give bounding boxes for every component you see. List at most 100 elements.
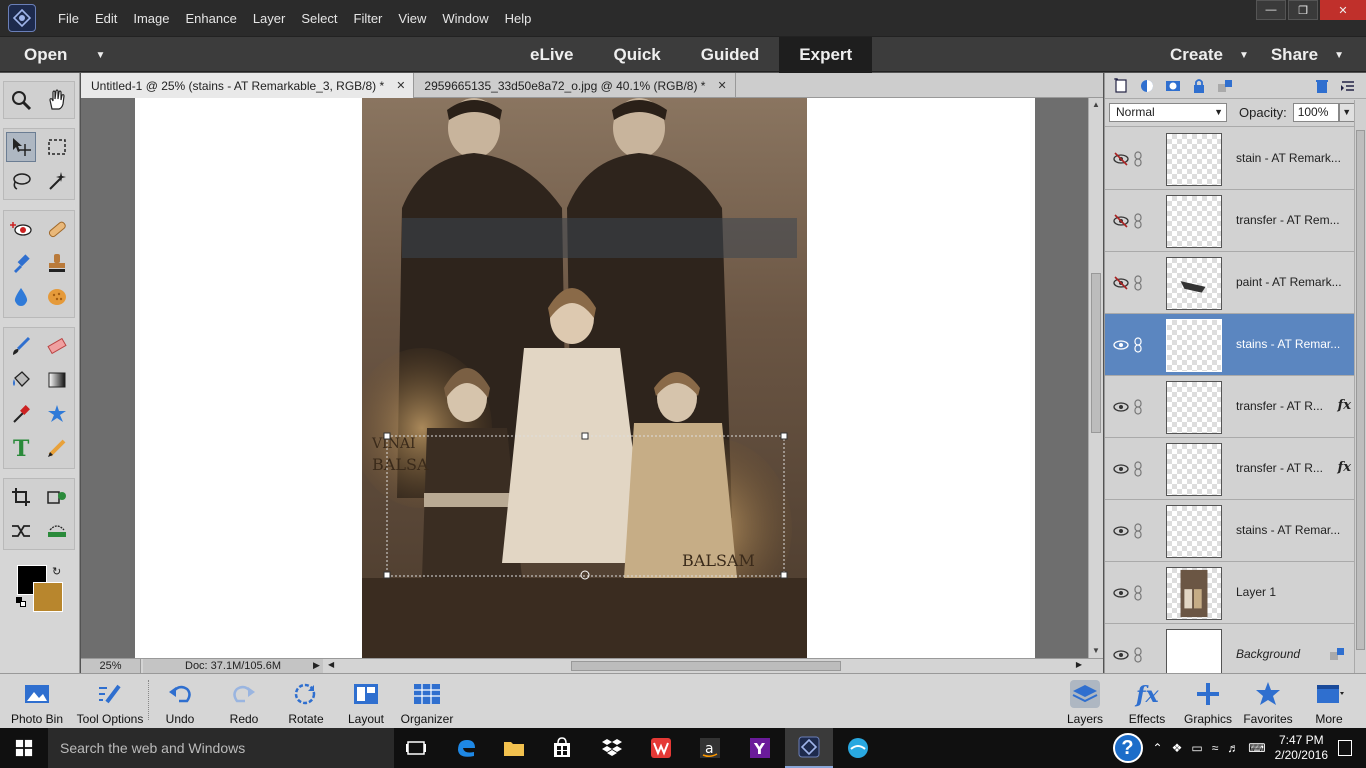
undo-button[interactable]: Undo [145, 680, 215, 726]
link-icon[interactable] [1133, 585, 1143, 601]
battery-icon[interactable]: ▭ [1191, 741, 1202, 755]
dropbox-tray-icon[interactable]: ❖ [1172, 741, 1183, 755]
link-icon[interactable] [1133, 337, 1143, 353]
brush-icon[interactable] [6, 331, 36, 361]
lock-transparent-icon[interactable] [1217, 78, 1233, 94]
scroll-thumb[interactable] [1356, 130, 1365, 650]
new-layer-icon[interactable] [1113, 77, 1129, 94]
menu-enhance[interactable]: Enhance [178, 11, 245, 26]
dropbox-icon[interactable] [588, 728, 636, 768]
gradient-icon[interactable] [42, 365, 72, 395]
photo-bin-button[interactable]: Photo Bin [2, 680, 72, 726]
sponge-icon[interactable] [42, 282, 72, 312]
menu-window[interactable]: Window [434, 11, 496, 26]
edge-browser-icon[interactable] [442, 728, 490, 768]
layer-row[interactable]: transfer - AT Rem... [1105, 190, 1355, 252]
info-menu-arrow-icon[interactable]: ▶ [313, 660, 320, 671]
task-view-icon[interactable] [392, 728, 440, 768]
type-icon[interactable]: T [6, 433, 36, 463]
taskbar-search-box[interactable]: Search the web and Windows [48, 728, 394, 768]
scroll-down-icon[interactable]: ▼ [1092, 646, 1100, 655]
link-icon[interactable] [1133, 461, 1143, 477]
eye-icon[interactable] [1113, 586, 1129, 600]
help-icon[interactable]: ? [1112, 733, 1143, 763]
red-eye-icon[interactable] [6, 214, 36, 244]
restore-button[interactable]: ❐ [1288, 0, 1318, 20]
tool-options-button[interactable]: Tool Options [75, 680, 145, 726]
scroll-left-icon[interactable]: ◀ [328, 660, 334, 669]
horizontal-scrollbar[interactable]: ◀ ▶ [326, 660, 1086, 672]
layer-row[interactable]: stains - AT Remar... [1105, 500, 1355, 562]
eye-icon[interactable] [1113, 400, 1129, 414]
hand-icon[interactable] [42, 85, 72, 115]
opacity-field[interactable]: 100% [1292, 103, 1339, 122]
pencil-icon[interactable] [42, 433, 72, 463]
scroll-right-icon[interactable]: ▶ [1076, 660, 1082, 669]
more-button[interactable]: More [1294, 680, 1364, 726]
link-icon[interactable] [1133, 151, 1143, 167]
organizer-button[interactable]: Organizer [392, 680, 462, 726]
crop-icon[interactable] [6, 482, 36, 512]
document-tab-untitled[interactable]: Untitled-1 @ 25% (stains - AT Remarkable… [81, 73, 415, 98]
layout-button[interactable]: Layout [331, 680, 401, 726]
eye-icon[interactable] [1113, 524, 1129, 538]
swap-colors-icon[interactable]: ↻ [52, 565, 61, 578]
straighten-icon[interactable] [42, 516, 72, 546]
favorites-button[interactable]: Favorites [1233, 680, 1303, 726]
eraser-icon[interactable] [42, 331, 72, 361]
menu-file[interactable]: File [50, 11, 87, 26]
redo-button[interactable]: Redo [209, 680, 279, 726]
file-explorer-icon[interactable] [490, 728, 538, 768]
document-tab-photo[interactable]: 2959665135_33d50e8a72_o.jpg @ 40.1% (RGB… [414, 73, 736, 98]
layer-thumbnail[interactable] [1166, 443, 1222, 496]
panel-menu-icon[interactable] [1340, 78, 1356, 94]
scroll-thumb[interactable] [571, 661, 841, 671]
tab-guided[interactable]: Guided [681, 37, 780, 73]
content-aware-move-icon[interactable] [6, 516, 36, 546]
scroll-thumb[interactable] [1091, 273, 1101, 433]
menu-edit[interactable]: Edit [87, 11, 125, 26]
photoshop-organizer-icon[interactable] [834, 728, 882, 768]
smart-brush-icon[interactable] [6, 248, 36, 278]
layer-style-fx-icon[interactable]: fx [1338, 398, 1351, 413]
healing-brush-icon[interactable] [42, 214, 72, 244]
layer-thumbnail[interactable] [1166, 319, 1222, 372]
clone-stamp-icon[interactable] [42, 248, 72, 278]
close-window-button[interactable]: ✕ [1320, 0, 1366, 20]
menu-layer[interactable]: Layer [245, 11, 294, 26]
layer-style-fx-icon[interactable]: fx [1338, 460, 1351, 475]
layer-thumbnail[interactable] [1166, 381, 1222, 434]
layer-thumbnail[interactable] [1166, 133, 1222, 186]
layer-thumbnail[interactable] [1166, 567, 1222, 620]
layer-thumbnail[interactable] [1166, 195, 1222, 248]
notifications-icon[interactable] [1338, 740, 1352, 756]
lock-icon[interactable] [1329, 646, 1345, 662]
layers-scrollbar[interactable] [1354, 100, 1366, 673]
minimize-button[interactable]: — [1256, 0, 1286, 20]
wifi-icon[interactable]: ≈ [1212, 741, 1219, 755]
menu-help[interactable]: Help [497, 11, 540, 26]
vintage-family-photo[interactable]: VINAI BALSA BALSAM [362, 98, 807, 658]
layer-mask-icon[interactable] [1165, 78, 1181, 94]
wps-office-icon[interactable] [637, 728, 685, 768]
photoshop-elements-icon[interactable] [785, 728, 833, 768]
system-clock[interactable]: 7:47 PM 2/20/2016 [1275, 733, 1328, 763]
tab-elive[interactable]: eLive [510, 37, 593, 73]
start-button[interactable] [0, 728, 48, 768]
link-icon[interactable] [1133, 399, 1143, 415]
link-icon[interactable] [1133, 523, 1143, 539]
paint-bucket-icon[interactable] [6, 365, 36, 395]
adjustment-layer-icon[interactable] [1139, 78, 1155, 94]
layer-row[interactable]: stain - AT Remark... [1105, 128, 1355, 190]
eye-icon[interactable] [1113, 338, 1129, 352]
store-icon[interactable] [538, 728, 586, 768]
move-icon[interactable] [6, 132, 36, 162]
yahoo-icon[interactable]: Y [736, 728, 784, 768]
close-icon[interactable]: ✕ [717, 79, 726, 92]
menu-filter[interactable]: Filter [346, 11, 391, 26]
recompose-icon[interactable] [42, 482, 72, 512]
reset-colors-icon[interactable] [16, 597, 26, 607]
layer-thumbnail[interactable] [1166, 257, 1222, 310]
link-icon[interactable] [1133, 275, 1143, 291]
trash-icon[interactable] [1314, 78, 1330, 94]
